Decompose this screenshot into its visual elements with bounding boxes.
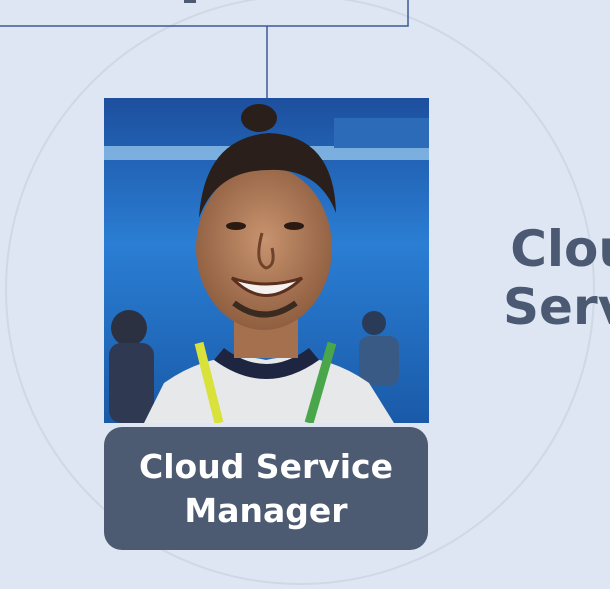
side-label-line-1: Cloud	[510, 220, 610, 278]
portrait-image	[104, 98, 429, 423]
role-label-card: Cloud Service Manager	[104, 427, 428, 550]
side-label: Cloud Servic	[440, 220, 610, 336]
member-photo	[104, 98, 429, 423]
parent-node-tip	[184, 0, 196, 3]
side-label-line-2: Servic	[503, 278, 610, 336]
role-label-text: Cloud Service Manager	[139, 446, 393, 530]
org-chart-canvas: Cloud Service Manager Cloud Servic	[0, 0, 610, 589]
